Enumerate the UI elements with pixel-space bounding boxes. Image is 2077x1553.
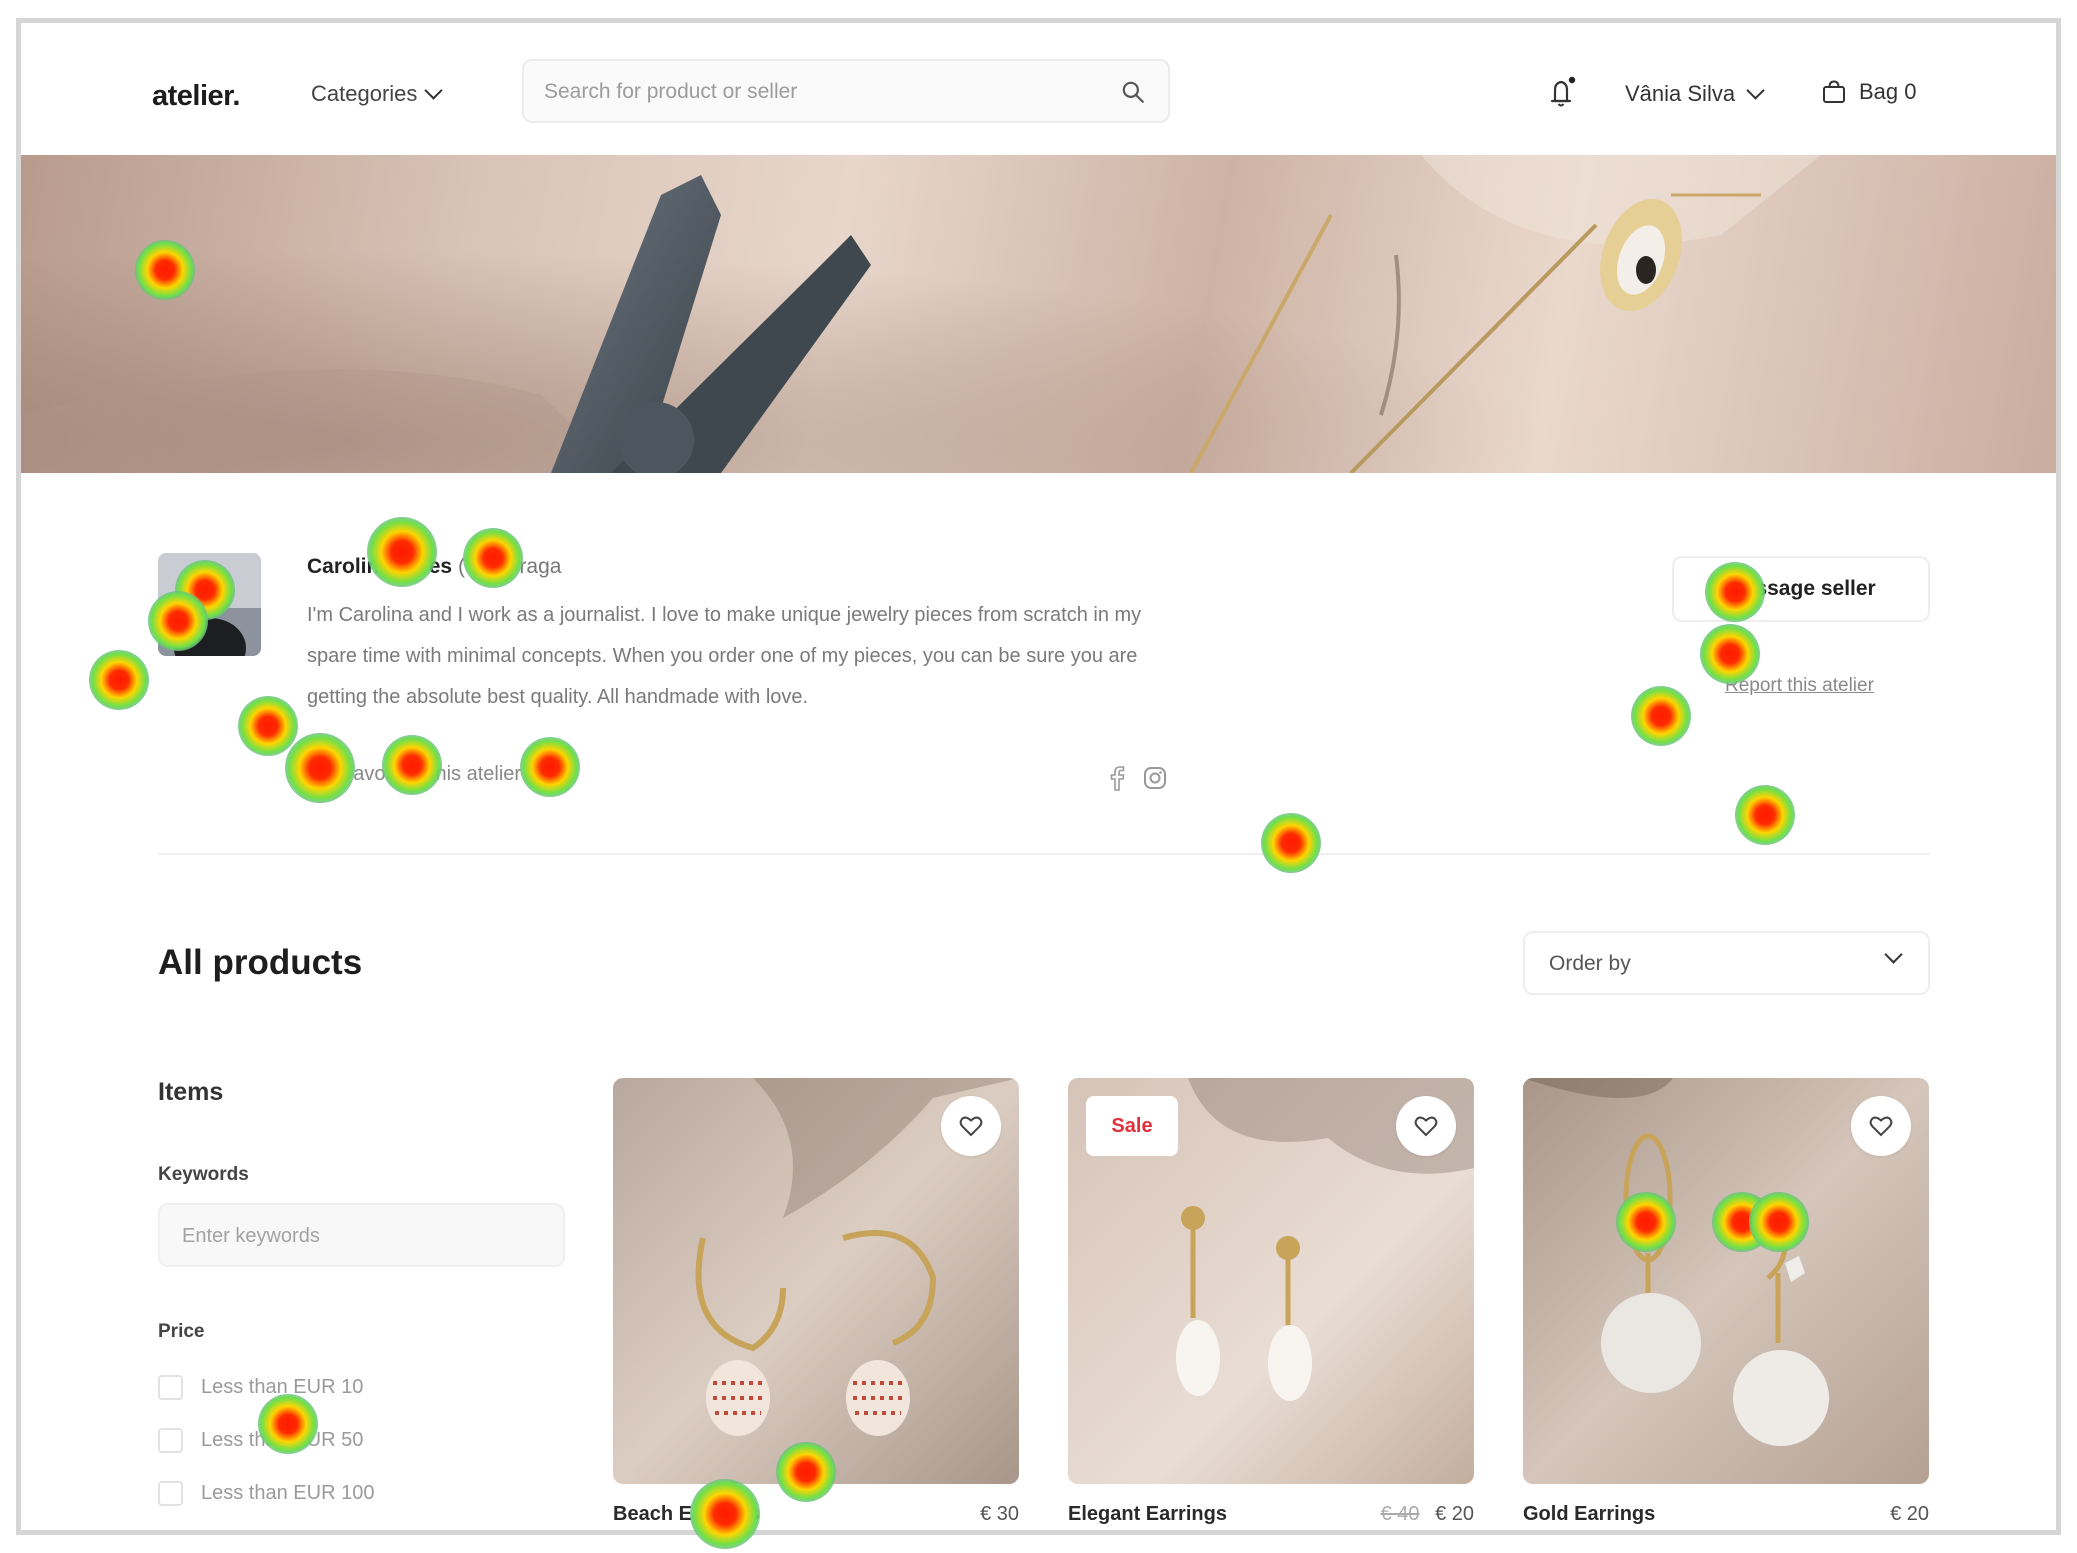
search-input[interactable]	[544, 75, 1084, 109]
instagram-icon[interactable]	[1143, 766, 1167, 790]
chevron-down-icon	[1884, 945, 1903, 964]
report-atelier-link[interactable]: Report this atelier	[1725, 675, 1874, 697]
order-by-dropdown[interactable]: Order by	[1523, 931, 1930, 995]
product-name[interactable]: Gold Earrings	[1523, 1503, 1655, 1526]
product-price: € 20	[1435, 1503, 1474, 1525]
chevron-down-icon	[424, 80, 444, 100]
seller-name[interactable]: Carolina Alves	[307, 555, 452, 578]
filters-title: Items	[158, 1078, 224, 1106]
seller-location: (Vila Braga	[457, 555, 562, 578]
price-option-100[interactable]: Less than EUR 100	[158, 1481, 374, 1506]
banner-illustration	[21, 155, 2056, 473]
product-image[interactable]	[1523, 1078, 1929, 1484]
social-links	[1109, 765, 1167, 791]
product-name[interactable]: Beach Earrings	[613, 1503, 760, 1526]
atelier-banner-image	[21, 155, 2056, 473]
product-card[interactable]: Sale Elegant Earrings € 40 € 20	[1068, 1078, 1474, 1525]
categories-dropdown[interactable]: Categories	[311, 80, 444, 107]
product-price: € 30	[980, 1503, 1019, 1525]
keywords-input[interactable]	[182, 1221, 542, 1251]
chevron-down-icon	[1746, 80, 1765, 100]
checkbox[interactable]	[158, 1428, 183, 1453]
heart-icon	[1869, 1116, 1893, 1137]
product-card[interactable]: Gold Earrings € 20	[1523, 1078, 1929, 1525]
keywords-field[interactable]	[158, 1203, 565, 1267]
checkbox[interactable]	[158, 1375, 183, 1400]
app-frame: atelier. Categories Vânia Silva	[16, 18, 2061, 1535]
favourite-atelier-button[interactable]: Favourite this atelier (103)	[307, 763, 573, 786]
facebook-icon[interactable]	[1109, 765, 1125, 791]
search-icon[interactable]	[1120, 79, 1146, 105]
product-meta: Beach Earrings € 30	[613, 1503, 1019, 1526]
price-option-label: Less than EUR 10	[201, 1376, 364, 1398]
section-divider	[158, 853, 1930, 855]
seller-bio: I'm Carolina and I work as a journalist.…	[307, 604, 1142, 708]
shopping-bag-button[interactable]: Bag 0	[1821, 79, 1917, 105]
product-price: € 20	[1890, 1503, 1929, 1525]
seller-heading: Carolina Alves (Vila Braga	[307, 555, 561, 579]
product-card[interactable]: Beach Earrings € 30	[613, 1078, 1019, 1525]
price-option-10[interactable]: Less than EUR 10	[158, 1375, 363, 1400]
product-meta: Gold Earrings € 20	[1523, 1503, 1929, 1526]
message-seller-button[interactable]: Message seller	[1672, 556, 1930, 622]
notification-bell-icon[interactable]	[1546, 75, 1578, 111]
product-image[interactable]: Sale	[1068, 1078, 1474, 1484]
heart-icon	[1414, 1116, 1438, 1137]
wishlist-button[interactable]	[941, 1096, 1001, 1156]
all-products-title: All products	[158, 943, 363, 982]
sale-badge: Sale	[1086, 1096, 1178, 1156]
product-name[interactable]: Elegant Earrings	[1068, 1503, 1227, 1526]
top-navbar: atelier. Categories Vânia Silva	[21, 23, 2056, 155]
checkbox[interactable]	[158, 1481, 183, 1506]
price-option-50[interactable]: Less than EUR 50	[158, 1428, 363, 1453]
old-price: € 40	[1380, 1503, 1420, 1525]
heart-icon	[959, 1116, 983, 1137]
favourite-label: Favourite this atelier (103)	[341, 763, 574, 785]
keywords-label: Keywords	[158, 1164, 249, 1185]
product-price-group: € 40 € 20	[1381, 1503, 1474, 1526]
product-meta: Elegant Earrings € 40 € 20	[1068, 1503, 1474, 1526]
user-menu[interactable]: Vânia Silva	[1625, 80, 1765, 107]
wishlist-button[interactable]	[1851, 1096, 1911, 1156]
wishlist-button[interactable]	[1396, 1096, 1456, 1156]
search-bar[interactable]	[522, 59, 1170, 123]
bag-icon	[1823, 80, 1845, 103]
price-option-label: Less than EUR 100	[201, 1482, 375, 1504]
categories-label: Categories	[311, 81, 418, 106]
price-label: Price	[158, 1321, 205, 1342]
product-image[interactable]	[613, 1078, 1019, 1484]
seller-avatar[interactable]	[158, 553, 261, 656]
heart-icon	[307, 765, 331, 785]
price-option-label: Less than EUR 50	[201, 1429, 364, 1451]
bag-label: Bag 0	[1859, 79, 1917, 104]
order-by-label: Order by	[1549, 952, 1631, 975]
atelier-logo[interactable]: atelier.	[152, 80, 240, 113]
user-name: Vânia Silva	[1625, 81, 1736, 106]
